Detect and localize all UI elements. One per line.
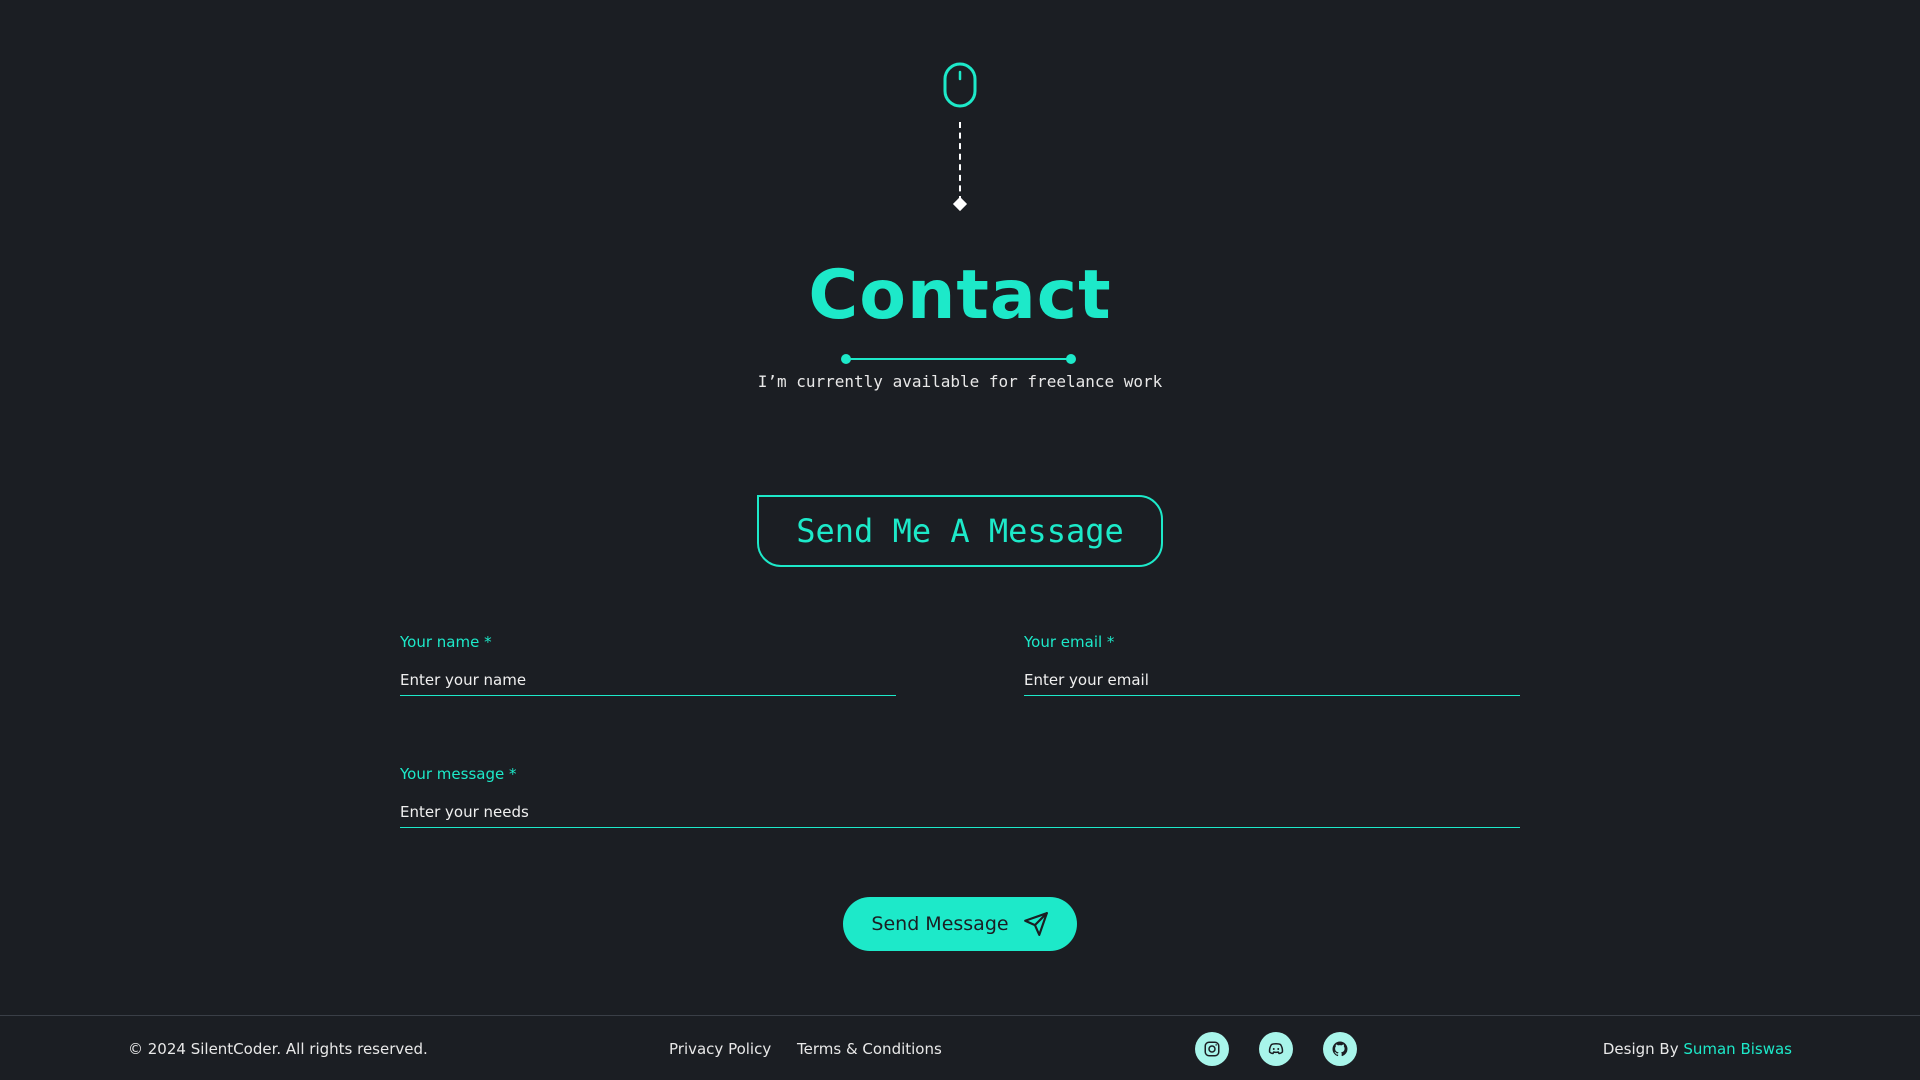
contact-page: Contact I’m currently available for free… (0, 0, 1920, 1080)
name-input[interactable] (400, 671, 896, 696)
terms-link[interactable]: Terms & Conditions (797, 1040, 942, 1058)
send-me-a-message-heading: Send Me A Message (757, 495, 1163, 567)
design-credit: Design By Suman Biswas (1603, 1040, 1792, 1058)
message-input[interactable] (400, 803, 1520, 828)
scroll-dashed-line (959, 122, 961, 202)
copyright-text: © 2024 SilentCoder. All rights reserved. (128, 1040, 428, 1058)
page-title: Contact (808, 256, 1112, 335)
mouse-icon (943, 62, 977, 108)
send-icon (1023, 912, 1048, 936)
privacy-policy-link[interactable]: Privacy Policy (669, 1040, 771, 1058)
page-subtitle: I’m currently available for freelance wo… (757, 372, 1163, 391)
name-field: Your name * (400, 632, 896, 696)
title-underline (841, 352, 1076, 366)
scroll-indicator (943, 62, 977, 212)
author-link[interactable]: Suman Biswas (1683, 1040, 1792, 1058)
send-message-button[interactable]: Send Message (843, 897, 1077, 951)
name-label: Your name * (400, 633, 492, 651)
message-field: Your message * (400, 764, 1520, 828)
scroll-diamond-icon (952, 196, 968, 212)
email-label: Your email * (1024, 633, 1115, 651)
discord-icon[interactable] (1259, 1032, 1293, 1066)
instagram-icon[interactable] (1195, 1032, 1229, 1066)
design-by-prefix: Design By (1602, 1040, 1684, 1058)
email-input[interactable] (1024, 671, 1520, 696)
github-icon[interactable] (1323, 1032, 1357, 1066)
message-label: Your message * (400, 765, 517, 783)
send-message-label: Send Message (871, 913, 1009, 935)
footer: © 2024 SilentCoder. All rights reserved.… (0, 1015, 1920, 1080)
email-field: Your email * (1024, 632, 1520, 696)
